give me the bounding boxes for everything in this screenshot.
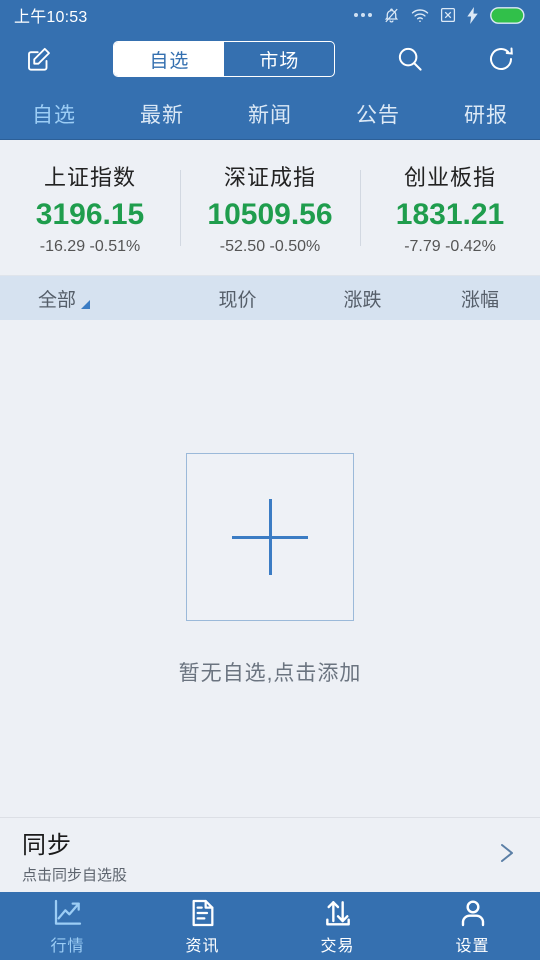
index-card-shenzhen[interactable]: 深证成指 10509.56 -52.50 -0.50% bbox=[180, 156, 360, 260]
filter-all-label: 全部 bbox=[38, 289, 77, 311]
tab-yanbao[interactable]: 研报 bbox=[432, 99, 540, 129]
index-card-chinext[interactable]: 创业板指 1831.21 -7.79 -0.42% bbox=[360, 156, 540, 260]
person-icon bbox=[457, 897, 489, 929]
app-header: 自选 市场 bbox=[0, 30, 540, 88]
sync-row[interactable]: 同步 点击同步自选股 bbox=[0, 817, 540, 892]
document-icon bbox=[187, 897, 219, 929]
watchlist-content: 暂无自选,点击添加 bbox=[0, 320, 540, 817]
filter-all-dropdown[interactable]: 全部 bbox=[0, 285, 170, 312]
tab-gonggao[interactable]: 公告 bbox=[324, 99, 432, 129]
add-stock-button[interactable] bbox=[186, 453, 354, 621]
section-tabs: 自选 最新 新闻 公告 研报 bbox=[0, 88, 540, 140]
bottom-navigation: 行情 资讯 交易 设置 bbox=[0, 892, 540, 960]
nav-item-quotes[interactable]: 行情 bbox=[0, 897, 135, 956]
column-price[interactable]: 现价 bbox=[170, 285, 305, 312]
segment-watchlist[interactable]: 自选 bbox=[114, 42, 225, 76]
status-icon-group bbox=[354, 6, 526, 24]
nav-item-news[interactable]: 资讯 bbox=[135, 897, 270, 956]
bell-muted-icon bbox=[383, 7, 400, 24]
column-change[interactable]: 涨跌 bbox=[305, 285, 420, 312]
app-root: 上午10:53 自选 市场 自选 最新 新闻 公告 研报 上证指数 3196.1… bbox=[0, 0, 540, 960]
wifi-icon bbox=[411, 8, 429, 23]
index-value: 10509.56 bbox=[207, 197, 333, 231]
index-name: 上证指数 bbox=[43, 164, 136, 190]
column-percent[interactable]: 涨幅 bbox=[420, 285, 540, 312]
sync-text-group: 同步 点击同步自选股 bbox=[22, 825, 127, 885]
chevron-right-icon bbox=[496, 838, 518, 873]
no-sim-icon bbox=[440, 7, 456, 23]
sync-title: 同步 bbox=[22, 832, 72, 859]
chevron-down-icon bbox=[81, 299, 91, 309]
search-icon[interactable] bbox=[393, 42, 427, 76]
tab-xinwen[interactable]: 新闻 bbox=[216, 99, 324, 129]
index-value: 3196.15 bbox=[35, 197, 145, 231]
chart-trend-icon bbox=[52, 897, 84, 929]
edit-pencil-icon[interactable] bbox=[22, 42, 56, 76]
nav-label-settings: 设置 bbox=[455, 937, 490, 955]
index-change: -7.79 -0.42% bbox=[404, 237, 496, 255]
nav-item-settings[interactable]: 设置 bbox=[405, 897, 540, 956]
index-summary-bar: 上证指数 3196.15 -16.29 -0.51% 深证成指 10509.56… bbox=[0, 140, 540, 276]
more-dots-icon bbox=[354, 13, 372, 17]
nav-label-news: 资讯 bbox=[185, 937, 220, 955]
tab-zixuan[interactable]: 自选 bbox=[0, 99, 108, 129]
battery-icon bbox=[490, 6, 526, 24]
transfer-arrows-icon bbox=[322, 897, 354, 929]
charging-bolt-icon bbox=[467, 6, 479, 24]
tab-zuixin[interactable]: 最新 bbox=[108, 99, 216, 129]
nav-label-trade: 交易 bbox=[320, 937, 355, 955]
status-time: 上午10:53 bbox=[14, 9, 88, 26]
nav-item-trade[interactable]: 交易 bbox=[270, 897, 405, 956]
index-card-shanghai[interactable]: 上证指数 3196.15 -16.29 -0.51% bbox=[0, 156, 180, 260]
status-bar: 上午10:53 bbox=[0, 0, 540, 30]
list-column-header: 全部 现价 涨跌 涨幅 bbox=[0, 276, 540, 320]
segment-market[interactable]: 市场 bbox=[224, 42, 334, 76]
index-change: -16.29 -0.51% bbox=[39, 237, 141, 255]
index-value: 1831.21 bbox=[395, 197, 505, 231]
index-change: -52.50 -0.50% bbox=[219, 237, 321, 255]
sync-subtitle: 点击同步自选股 bbox=[22, 867, 128, 884]
refresh-icon[interactable] bbox=[484, 42, 518, 76]
index-name: 创业板指 bbox=[403, 164, 496, 190]
segmented-control[interactable]: 自选 市场 bbox=[113, 41, 336, 77]
empty-state-text: 暂无自选,点击添加 bbox=[178, 662, 362, 685]
plus-icon bbox=[232, 499, 308, 575]
index-name: 深证成指 bbox=[223, 164, 316, 190]
nav-label-quotes: 行情 bbox=[50, 937, 85, 955]
